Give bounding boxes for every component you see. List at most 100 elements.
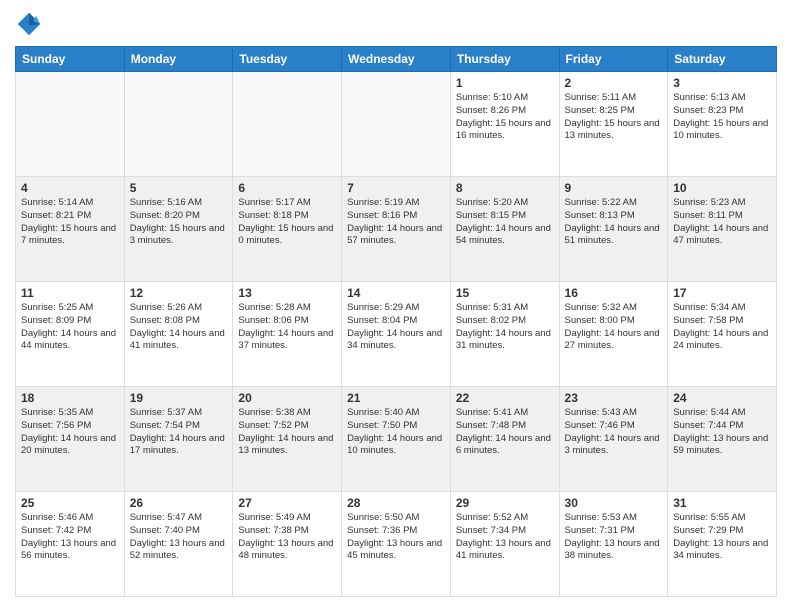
- calendar-table: SundayMondayTuesdayWednesdayThursdayFrid…: [15, 46, 777, 597]
- page: SundayMondayTuesdayWednesdayThursdayFrid…: [0, 0, 792, 612]
- day-number: 25: [21, 496, 119, 510]
- cal-cell: [233, 72, 342, 177]
- day-number: 2: [565, 76, 663, 90]
- cell-text: Sunrise: 5:53 AM Sunset: 7:31 PM Dayligh…: [565, 512, 663, 563]
- cell-text: Sunrise: 5:50 AM Sunset: 7:36 PM Dayligh…: [347, 512, 445, 563]
- cal-cell: 20Sunrise: 5:38 AM Sunset: 7:52 PM Dayli…: [233, 387, 342, 492]
- cal-cell: 21 Sunrise: 5:40 AM Sunset: 7:50 PM Dayli…: [342, 387, 451, 492]
- day-header-thursday: Thursday: [450, 47, 559, 72]
- cal-cell: [16, 72, 125, 177]
- cell-text: Sunrise: 5:28 AM Sunset: 8:06 PM Dayligh…: [238, 302, 336, 353]
- calendar-body: 1Sunrise: 5:10 AM Sunset: 8:26 PM Daylig…: [16, 72, 777, 597]
- cal-cell: 5 Sunrise: 5:16 AM Sunset: 8:20 PM Daylig…: [124, 177, 233, 282]
- cal-cell: 4 Sunrise: 5:14 AM Sunset: 8:21 PM Daylig…: [16, 177, 125, 282]
- day-number: 21: [347, 391, 445, 405]
- cell-text: Sunrise: 5:25 AM Sunset: 8:09 PM Dayligh…: [21, 302, 119, 353]
- day-number: 3: [673, 76, 771, 90]
- day-header-sunday: Sunday: [16, 47, 125, 72]
- day-number: 1: [456, 76, 554, 90]
- cal-cell: 17Sunrise: 5:34 AM Sunset: 7:58 PM Dayli…: [668, 282, 777, 387]
- cell-text: Sunrise: 5:49 AM Sunset: 7:38 PM Dayligh…: [238, 512, 336, 563]
- cal-cell: 13Sunrise: 5:28 AM Sunset: 8:06 PM Dayli…: [233, 282, 342, 387]
- cell-text: Sunrise: 5:55 AM Sunset: 7:29 PM Dayligh…: [673, 512, 771, 563]
- day-number: 5: [130, 181, 228, 195]
- cell-text: Sunrise: 5:31 AM Sunset: 8:02 PM Dayligh…: [456, 302, 554, 353]
- cal-cell: 8 Sunrise: 5:20 AM Sunset: 8:15 PM Daylig…: [450, 177, 559, 282]
- day-number: 24: [673, 391, 771, 405]
- day-number: 8: [456, 181, 554, 195]
- day-number: 4: [21, 181, 119, 195]
- day-number: 27: [238, 496, 336, 510]
- cell-text: Sunrise: 5:23 AM Sunset: 8:11 PM Dayligh…: [673, 197, 771, 248]
- cell-text: Sunrise: 5:44 AM Sunset: 7:44 PM Dayligh…: [673, 407, 771, 458]
- cell-text: Sunrise: 5:29 AM Sunset: 8:04 PM Dayligh…: [347, 302, 445, 353]
- cell-text: Sunrise: 5:20 AM Sunset: 8:15 PM Dayligh…: [456, 197, 554, 248]
- cell-text: Sunrise: 5:17 AM Sunset: 8:18 PM Dayligh…: [238, 197, 336, 248]
- week-row-3: 11 Sunrise: 5:25 AM Sunset: 8:09 PM Dayli…: [16, 282, 777, 387]
- logo: [15, 10, 47, 38]
- cell-text: Sunrise: 5:35 AM Sunset: 7:56 PM Dayligh…: [21, 407, 119, 458]
- cal-cell: 22Sunrise: 5:41 AM Sunset: 7:48 PM Dayli…: [450, 387, 559, 492]
- cell-text: Sunrise: 5:19 AM Sunset: 8:16 PM Dayligh…: [347, 197, 445, 248]
- week-row-2: 4 Sunrise: 5:14 AM Sunset: 8:21 PM Daylig…: [16, 177, 777, 282]
- cal-cell: 14 Sunrise: 5:29 AM Sunset: 8:04 PM Dayli…: [342, 282, 451, 387]
- cal-cell: 15 Sunrise: 5:31 AM Sunset: 8:02 PM Dayli…: [450, 282, 559, 387]
- day-header-monday: Monday: [124, 47, 233, 72]
- cal-cell: 3 Sunrise: 5:13 AM Sunset: 8:23 PM Daylig…: [668, 72, 777, 177]
- logo-icon: [15, 10, 43, 38]
- cal-cell: 12Sunrise: 5:26 AM Sunset: 8:08 PM Dayli…: [124, 282, 233, 387]
- cal-cell: 19Sunrise: 5:37 AM Sunset: 7:54 PM Dayli…: [124, 387, 233, 492]
- day-header-wednesday: Wednesday: [342, 47, 451, 72]
- cal-cell: 6 Sunrise: 5:17 AM Sunset: 8:18 PM Daylig…: [233, 177, 342, 282]
- cell-text: Sunrise: 5:52 AM Sunset: 7:34 PM Dayligh…: [456, 512, 554, 563]
- week-row-1: 1Sunrise: 5:10 AM Sunset: 8:26 PM Daylig…: [16, 72, 777, 177]
- day-number: 18: [21, 391, 119, 405]
- cal-cell: 10 Sunrise: 5:23 AM Sunset: 8:11 PM Dayli…: [668, 177, 777, 282]
- day-header-friday: Friday: [559, 47, 668, 72]
- cell-text: Sunrise: 5:37 AM Sunset: 7:54 PM Dayligh…: [130, 407, 228, 458]
- cal-cell: [342, 72, 451, 177]
- day-number: 26: [130, 496, 228, 510]
- cal-cell: 9Sunrise: 5:22 AM Sunset: 8:13 PM Daylig…: [559, 177, 668, 282]
- day-number: 10: [673, 181, 771, 195]
- cal-cell: 7 Sunrise: 5:19 AM Sunset: 8:16 PM Daylig…: [342, 177, 451, 282]
- cell-text: Sunrise: 5:13 AM Sunset: 8:23 PM Dayligh…: [673, 92, 771, 143]
- day-number: 31: [673, 496, 771, 510]
- day-header-row: SundayMondayTuesdayWednesdayThursdayFrid…: [16, 47, 777, 72]
- cell-text: Sunrise: 5:43 AM Sunset: 7:46 PM Dayligh…: [565, 407, 663, 458]
- cell-text: Sunrise: 5:40 AM Sunset: 7:50 PM Dayligh…: [347, 407, 445, 458]
- day-number: 11: [21, 286, 119, 300]
- cal-cell: 26Sunrise: 5:47 AM Sunset: 7:40 PM Dayli…: [124, 492, 233, 597]
- cal-cell: 27 Sunrise: 5:49 AM Sunset: 7:38 PM Dayli…: [233, 492, 342, 597]
- day-number: 15: [456, 286, 554, 300]
- cal-cell: 2Sunrise: 5:11 AM Sunset: 8:25 PM Daylig…: [559, 72, 668, 177]
- cell-text: Sunrise: 5:32 AM Sunset: 8:00 PM Dayligh…: [565, 302, 663, 353]
- day-number: 28: [347, 496, 445, 510]
- cal-cell: 24 Sunrise: 5:44 AM Sunset: 7:44 PM Dayli…: [668, 387, 777, 492]
- cal-cell: 1Sunrise: 5:10 AM Sunset: 8:26 PM Daylig…: [450, 72, 559, 177]
- cell-text: Sunrise: 5:38 AM Sunset: 7:52 PM Dayligh…: [238, 407, 336, 458]
- header: [15, 10, 777, 38]
- day-number: 6: [238, 181, 336, 195]
- day-number: 22: [456, 391, 554, 405]
- cal-cell: 25Sunrise: 5:46 AM Sunset: 7:42 PM Dayli…: [16, 492, 125, 597]
- cal-cell: [124, 72, 233, 177]
- day-number: 23: [565, 391, 663, 405]
- cal-cell: 29Sunrise: 5:52 AM Sunset: 7:34 PM Dayli…: [450, 492, 559, 597]
- day-number: 9: [565, 181, 663, 195]
- day-number: 14: [347, 286, 445, 300]
- cal-cell: 23 Sunrise: 5:43 AM Sunset: 7:46 PM Dayli…: [559, 387, 668, 492]
- day-header-tuesday: Tuesday: [233, 47, 342, 72]
- day-number: 16: [565, 286, 663, 300]
- cal-cell: 30 Sunrise: 5:53 AM Sunset: 7:31 PM Dayli…: [559, 492, 668, 597]
- day-number: 30: [565, 496, 663, 510]
- cell-text: Sunrise: 5:16 AM Sunset: 8:20 PM Dayligh…: [130, 197, 228, 248]
- week-row-4: 18 Sunrise: 5:35 AM Sunset: 7:56 PM Dayli…: [16, 387, 777, 492]
- cell-text: Sunrise: 5:14 AM Sunset: 8:21 PM Dayligh…: [21, 197, 119, 248]
- day-number: 7: [347, 181, 445, 195]
- day-number: 12: [130, 286, 228, 300]
- cal-cell: 28 Sunrise: 5:50 AM Sunset: 7:36 PM Dayli…: [342, 492, 451, 597]
- cell-text: Sunrise: 5:34 AM Sunset: 7:58 PM Dayligh…: [673, 302, 771, 353]
- week-row-5: 25Sunrise: 5:46 AM Sunset: 7:42 PM Dayli…: [16, 492, 777, 597]
- cal-cell: 31 Sunrise: 5:55 AM Sunset: 7:29 PM Dayli…: [668, 492, 777, 597]
